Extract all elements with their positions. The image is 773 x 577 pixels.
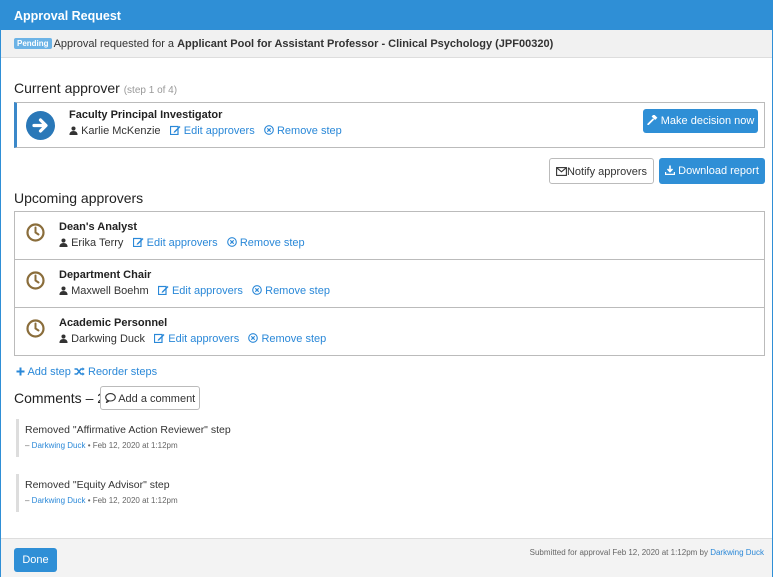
edit-approvers-label: Edit approvers <box>146 237 218 249</box>
remove-circle-icon <box>248 333 259 346</box>
remove-circle-icon <box>226 237 237 250</box>
approval-request-modal: Approval Request Pending Approval request… <box>0 0 773 577</box>
submitter-link[interactable]: Darkwing Duck <box>710 548 764 557</box>
upcoming-approver-person: Erika Terry <box>71 237 124 249</box>
edit-approvers-link[interactable]: Edit approvers <box>154 333 242 345</box>
edit-approvers-label: Edit approvers <box>171 285 243 297</box>
status-badge: Pending <box>14 38 52 49</box>
add-step-link[interactable]: Add step <box>16 366 74 378</box>
submitted-info: Submitted for approval Feb 12, 2020 at 1… <box>530 548 764 557</box>
download-report-button[interactable]: Download report <box>659 158 765 184</box>
comment-item: Removed "Equity Advisor" step – Darkwing… <box>16 474 416 512</box>
notify-approvers-button[interactable]: Notify approvers <box>549 158 654 184</box>
download-icon <box>664 165 676 178</box>
upcoming-approver-title: Dean's Analyst <box>59 221 138 233</box>
edit-icon <box>154 333 165 346</box>
download-report-label: Download report <box>678 165 759 177</box>
plus-icon <box>16 367 25 379</box>
status-prefix: Approval requested for a <box>53 38 178 50</box>
edit-approvers-label: Edit approvers <box>183 125 255 137</box>
current-approver-card: Faculty Principal Investigator Karlie Mc… <box>14 102 765 148</box>
make-decision-label: Make decision now <box>660 115 755 127</box>
upcoming-approver-person: Maxwell Boehm <box>71 285 149 297</box>
remove-step-label: Remove step <box>265 285 330 297</box>
add-comment-label: Add a comment <box>118 393 196 405</box>
speech-bubble-icon <box>104 393 116 406</box>
user-icon <box>59 334 68 346</box>
upcoming-approver-title: Academic Personnel <box>59 317 168 329</box>
remove-step-link[interactable]: Remove step <box>264 125 342 137</box>
gavel-icon <box>646 114 658 128</box>
comment-timestamp: • Feb 12, 2020 at 1:12pm <box>85 441 178 450</box>
done-button[interactable]: Done <box>14 548 57 572</box>
comments-heading: Comments – 2 <box>14 390 106 406</box>
comment-text: Removed "Affirmative Action Reviewer" st… <box>25 424 231 436</box>
reorder-steps-link[interactable]: Reorder steps <box>74 366 157 378</box>
upcoming-approver-person: Darkwing Duck <box>71 333 146 345</box>
comment-author-link[interactable]: Darkwing Duck <box>32 441 86 450</box>
modal-title: Approval Request <box>14 9 121 23</box>
list-item: Dean's Analyst Erika Terry Edit approver… <box>15 212 764 260</box>
remove-step-link[interactable]: Remove step <box>226 237 305 250</box>
modal-footer: Done Submitted for approval Feb 12, 2020… <box>1 538 772 577</box>
clock-icon <box>26 223 45 245</box>
comment-author-link[interactable]: Darkwing Duck <box>32 496 86 505</box>
edit-approvers-link[interactable]: Edit approvers <box>132 237 221 250</box>
edit-approvers-link[interactable]: Edit approvers <box>157 285 246 298</box>
status-bar: Pending Approval requested for a Applican… <box>1 30 772 58</box>
clock-icon <box>26 271 45 293</box>
current-approver-title: Faculty Principal Investigator <box>69 109 223 121</box>
remove-circle-icon <box>264 125 274 138</box>
current-step-indicator: (step 1 of 4) <box>123 85 178 96</box>
remove-step-link[interactable]: Remove step <box>248 333 326 345</box>
reorder-steps-label: Reorder steps <box>88 366 158 378</box>
current-approver-heading-text: Current approver <box>14 80 120 96</box>
user-icon <box>59 238 68 250</box>
remove-step-label: Remove step <box>261 333 327 345</box>
comment-text: Removed "Equity Advisor" step <box>25 479 170 491</box>
remove-circle-icon <box>252 285 262 298</box>
edit-approvers-label: Edit approvers <box>168 333 240 345</box>
arrow-right-icon <box>26 111 55 140</box>
submitted-text: Submitted for approval Feb 12, 2020 at 1… <box>529 548 711 557</box>
shuffle-icon <box>74 367 85 379</box>
comment-item: Removed "Affirmative Action Reviewer" st… <box>16 419 416 457</box>
list-item: Department Chair Maxwell Boehm Edit appr… <box>15 260 764 308</box>
status-subject: Applicant Pool for Assistant Professor -… <box>177 38 554 50</box>
upcoming-approvers-heading: Upcoming approvers <box>14 190 144 206</box>
upcoming-approvers-list: Dean's Analyst Erika Terry Edit approver… <box>14 211 765 356</box>
current-approver-person: Karlie McKenzie <box>81 125 161 137</box>
add-comment-button[interactable]: Add a comment <box>100 386 200 410</box>
edit-icon <box>157 285 169 298</box>
remove-step-label: Remove step <box>276 125 342 137</box>
upcoming-approver-title: Department Chair <box>59 269 152 281</box>
envelope-icon <box>556 167 567 179</box>
list-item: Academic Personnel Darkwing Duck Edit ap… <box>15 308 764 356</box>
current-approver-heading: Current approver (step 1 of 4) <box>14 80 177 96</box>
step-actions: Add step Reorder steps <box>16 366 157 379</box>
remove-step-label: Remove step <box>239 237 305 249</box>
make-decision-button[interactable]: Make decision now <box>643 109 758 133</box>
user-icon <box>59 286 68 298</box>
edit-approvers-link[interactable]: Edit approvers <box>169 125 258 138</box>
edit-icon <box>132 237 144 250</box>
notify-approvers-label: Notify approvers <box>566 166 648 178</box>
remove-step-link[interactable]: Remove step <box>252 285 330 297</box>
user-icon <box>69 126 78 138</box>
modal-header: Approval Request <box>1 0 772 30</box>
add-step-label: Add step <box>27 366 71 378</box>
edit-icon <box>169 125 181 138</box>
comment-timestamp: • Feb 12, 2020 at 1:12pm <box>85 496 178 505</box>
clock-icon <box>26 319 45 341</box>
